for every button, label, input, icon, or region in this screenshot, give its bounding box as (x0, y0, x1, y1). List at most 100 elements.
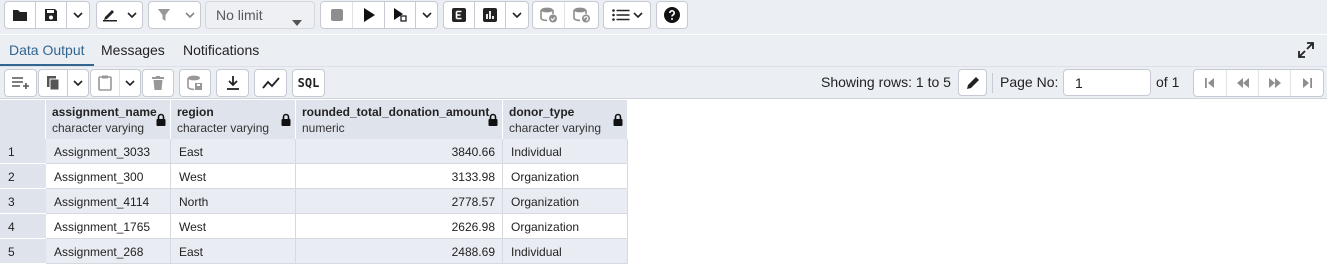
download-group (216, 69, 249, 97)
stop-button[interactable] (321, 2, 353, 28)
column-type: numeric (302, 121, 345, 135)
row-number[interactable]: 5 (0, 239, 46, 264)
add-row-group (4, 69, 37, 97)
filter-button[interactable] (149, 2, 179, 28)
execute-script-button[interactable] (385, 2, 416, 28)
chevron-down-icon (632, 12, 643, 18)
macros-group (603, 1, 651, 29)
column-header-region[interactable]: region character varying (171, 100, 296, 139)
results-toolbar: SQL Showing rows: 1 to 5 Page No: 1 of 1 (0, 67, 1327, 99)
cell-donor-type[interactable]: Organization (503, 214, 628, 239)
save-data-button[interactable] (180, 70, 210, 96)
cell-donor-type[interactable]: Organization (503, 164, 628, 189)
fast-forward-icon (1268, 78, 1282, 88)
stop-icon (330, 9, 343, 21)
explain-button[interactable] (444, 2, 475, 28)
chevron-down-icon (127, 12, 137, 18)
lock-icon (281, 113, 291, 129)
chevron-down-icon (421, 12, 432, 18)
cell-assignment-name[interactable]: Assignment_268 (46, 239, 171, 264)
row-limit-select[interactable]: No limit (205, 1, 315, 29)
help-button[interactable] (657, 2, 687, 28)
copy-options-dropdown[interactable] (68, 70, 88, 96)
column-name: donor_type (509, 105, 575, 119)
paste-group (90, 69, 141, 97)
cell-rounded-total-donation-amount[interactable]: 2778.57 (296, 189, 503, 214)
cell-region[interactable]: North (171, 189, 296, 214)
save-options-dropdown[interactable] (67, 2, 89, 28)
cell-rounded-total-donation-amount[interactable]: 3840.66 (296, 139, 503, 164)
cell-assignment-name[interactable]: Assignment_1765 (46, 214, 171, 239)
filter-options-dropdown[interactable] (179, 2, 200, 28)
column-header-assignment-name[interactable]: assignment_name character varying (46, 100, 171, 139)
tab-notifications[interactable]: Notifications (183, 42, 259, 58)
row-number-header[interactable] (0, 100, 46, 139)
commit-button[interactable] (533, 2, 565, 28)
page-no-label: Page No: (1000, 74, 1059, 90)
cell-rounded-total-donation-amount[interactable]: 3133.98 (296, 164, 503, 189)
cell-region[interactable]: West (171, 214, 296, 239)
row-limit-value: No limit (216, 7, 263, 23)
column-header-donor-type[interactable]: donor_type character varying (503, 100, 628, 139)
explain-analyze-button[interactable] (475, 2, 506, 28)
expand-icon[interactable] (1298, 42, 1314, 61)
page-count-text: of 1 (1156, 74, 1180, 90)
row-number[interactable]: 1 (0, 139, 46, 164)
paste-options-dropdown[interactable] (120, 70, 140, 96)
execute-options-dropdown[interactable] (416, 2, 437, 28)
delete-group (142, 69, 174, 97)
execute-button[interactable] (353, 2, 385, 28)
explain-options-dropdown[interactable] (506, 2, 528, 28)
cell-rounded-total-donation-amount[interactable]: 2488.69 (296, 239, 503, 264)
cell-region[interactable]: East (171, 139, 296, 164)
paste-icon (98, 75, 112, 91)
delete-row-button[interactable] (143, 70, 173, 96)
sql-button[interactable]: SQL (293, 70, 324, 96)
save-file-button[interactable] (36, 2, 67, 28)
row-number[interactable]: 3 (0, 189, 46, 214)
download-button[interactable] (217, 70, 248, 96)
cell-assignment-name[interactable]: Assignment_3033 (46, 139, 171, 164)
last-page-button[interactable] (1291, 70, 1323, 96)
page-number-input[interactable]: 1 (1063, 69, 1151, 96)
first-page-button[interactable] (1194, 70, 1227, 96)
edit-rows-range-button[interactable] (958, 69, 987, 96)
edit-button[interactable] (97, 2, 122, 28)
cell-region[interactable]: East (171, 239, 296, 264)
tab-messages[interactable]: Messages (101, 42, 165, 58)
row-number[interactable]: 2 (0, 164, 46, 189)
rollback-button[interactable] (565, 2, 598, 28)
column-header-rounded-total-donation-amount[interactable]: rounded_total_donation_amount numeric (296, 100, 503, 139)
add-row-button[interactable] (5, 70, 36, 96)
open-file-button[interactable] (5, 2, 36, 28)
filter-group (148, 1, 201, 29)
cell-assignment-name[interactable]: Assignment_300 (46, 164, 171, 189)
graph-visualiser-button[interactable] (255, 70, 286, 96)
cell-donor-type[interactable]: Organization (503, 189, 628, 214)
column-name: assignment_name (52, 105, 157, 119)
cell-rounded-total-donation-amount[interactable]: 2626.98 (296, 214, 503, 239)
column-type: character varying (52, 121, 145, 135)
next-page-button[interactable] (1259, 70, 1291, 96)
tab-data-output[interactable]: Data Output (9, 42, 85, 58)
row-number[interactable]: 4 (0, 214, 46, 239)
chevron-down-icon (73, 80, 83, 86)
active-tab-indicator (0, 64, 94, 66)
copy-button[interactable] (39, 70, 68, 96)
edit-options-dropdown[interactable] (122, 2, 142, 28)
cell-region[interactable]: West (171, 164, 296, 189)
pencil-icon (102, 8, 118, 22)
cell-donor-type[interactable]: Individual (503, 239, 628, 264)
macros-button[interactable] (604, 2, 650, 28)
trash-icon (152, 76, 164, 90)
add-row-icon (11, 76, 31, 90)
play-icon (363, 8, 375, 22)
paste-button[interactable] (91, 70, 120, 96)
help-group (656, 1, 688, 29)
cell-donor-type[interactable]: Individual (503, 139, 628, 164)
sql-group: SQL (292, 69, 325, 97)
rollback-icon (572, 7, 591, 23)
cell-assignment-name[interactable]: Assignment_4114 (46, 189, 171, 214)
previous-page-button[interactable] (1227, 70, 1259, 96)
copy-group (38, 69, 89, 97)
